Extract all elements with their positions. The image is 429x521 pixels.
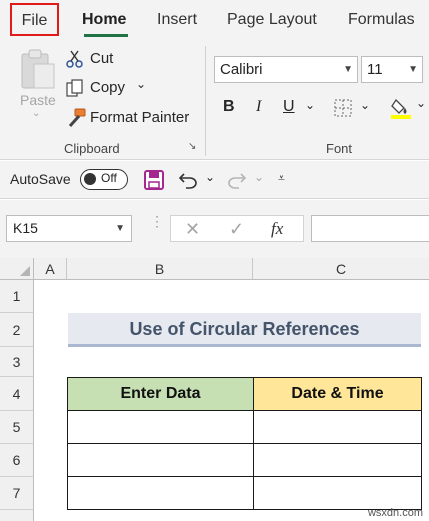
column-header-c[interactable]: C bbox=[253, 258, 429, 280]
font-family-value: Calibri bbox=[220, 61, 263, 78]
copy-icon bbox=[66, 79, 83, 97]
font-group-label: Font bbox=[326, 141, 353, 156]
copy-dropdown-icon[interactable]: ⌄ bbox=[136, 77, 146, 91]
table-cell[interactable] bbox=[67, 443, 254, 477]
row-header-3[interactable]: 3 bbox=[0, 347, 34, 377]
header-enter-data[interactable]: Enter Data bbox=[67, 377, 254, 411]
data-table: Enter Data Date & Time bbox=[67, 377, 422, 510]
table-cell[interactable] bbox=[253, 443, 422, 477]
copy-button[interactable]: Copy ⌄ bbox=[66, 77, 186, 99]
group-divider bbox=[205, 46, 206, 156]
table-cell[interactable] bbox=[253, 410, 422, 444]
clipboard-group-label: Clipboard bbox=[64, 141, 120, 156]
name-box[interactable]: K15 ▼ bbox=[6, 215, 132, 242]
title-underline bbox=[68, 344, 421, 347]
fill-color-button[interactable]: ⌄ bbox=[390, 96, 429, 122]
row-header-1[interactable]: 1 bbox=[0, 280, 34, 313]
customize-toolbar-icon[interactable]: ⩡ bbox=[278, 171, 285, 186]
table-cell[interactable] bbox=[253, 476, 422, 510]
autosave-toggle[interactable]: Off bbox=[80, 169, 128, 190]
redo-icon[interactable] bbox=[227, 171, 247, 189]
chevron-down-icon: ⌄ bbox=[360, 98, 371, 112]
format-painter-label: Format Painter bbox=[90, 109, 190, 126]
paste-button[interactable]: Paste ⌄ bbox=[12, 46, 62, 126]
select-all-icon bbox=[20, 266, 30, 276]
undo-icon[interactable] bbox=[178, 171, 198, 189]
chevron-down-icon: ▼ bbox=[408, 64, 418, 75]
ribbon: Paste ⌄ Cut Copy ⌄ Format Painter Clipbo… bbox=[0, 40, 429, 160]
paintbrush-icon bbox=[68, 108, 86, 128]
formula-bar-grip-icon[interactable]: ⋮ bbox=[150, 214, 164, 228]
autosave-label: AutoSave bbox=[10, 171, 71, 187]
cut-button[interactable]: Cut bbox=[66, 48, 186, 70]
row-header-7[interactable]: 7 bbox=[0, 477, 34, 510]
font-family-select[interactable]: Calibri ▼ bbox=[214, 56, 358, 83]
sheet-title[interactable]: Use of Circular References bbox=[68, 313, 421, 346]
autosave-state: Off bbox=[101, 171, 117, 185]
column-header-a[interactable]: A bbox=[34, 258, 67, 280]
table-row bbox=[67, 476, 422, 510]
tab-insert[interactable]: Insert bbox=[157, 0, 197, 40]
underline-dropdown-icon[interactable]: ⌄ bbox=[305, 98, 315, 112]
copy-label: Copy bbox=[90, 79, 126, 96]
row-header-6[interactable]: 6 bbox=[0, 444, 34, 477]
ribbon-tabs: File Home Insert Page Layout Formulas bbox=[0, 0, 429, 40]
table-cell[interactable] bbox=[67, 476, 254, 510]
watermark: wsxdn.com bbox=[367, 507, 423, 519]
redo-dropdown-icon[interactable]: ⌄ bbox=[254, 170, 264, 184]
scissors-icon bbox=[66, 50, 83, 68]
tab-page-layout[interactable]: Page Layout bbox=[227, 0, 317, 40]
bold-button[interactable]: B bbox=[223, 98, 235, 116]
name-box-value: K15 bbox=[13, 220, 38, 236]
borders-button[interactable]: ⌄ bbox=[334, 98, 374, 120]
borders-icon bbox=[334, 99, 352, 117]
paint-bucket-icon bbox=[391, 98, 411, 119]
insert-function-button[interactable]: fx bbox=[271, 219, 283, 239]
row-header-5[interactable]: 5 bbox=[0, 411, 34, 444]
font-size-select[interactable]: 11 ▼ bbox=[361, 56, 423, 83]
italic-button[interactable]: I bbox=[256, 98, 261, 116]
table-cell[interactable] bbox=[67, 410, 254, 444]
paste-icon bbox=[21, 49, 55, 89]
chevron-down-icon: ▼ bbox=[343, 64, 353, 75]
table-row bbox=[67, 410, 422, 444]
quick-access-toolbar: AutoSave Off ⌄ ⌄ ⩡ bbox=[0, 161, 429, 199]
save-icon[interactable] bbox=[144, 170, 164, 190]
column-header-b[interactable]: B bbox=[67, 258, 253, 280]
row-header-8[interactable] bbox=[0, 510, 34, 521]
chevron-down-icon: ▼ bbox=[115, 223, 125, 234]
table-row bbox=[67, 443, 422, 477]
paste-dropdown-icon[interactable]: ⌄ bbox=[32, 108, 40, 119]
chevron-down-icon: ⌄ bbox=[416, 96, 427, 110]
row-header-4[interactable]: 4 bbox=[0, 377, 34, 411]
formula-input[interactable] bbox=[311, 215, 429, 242]
enter-icon[interactable]: ✓ bbox=[229, 219, 244, 240]
table-header-row: Enter Data Date & Time bbox=[67, 377, 422, 411]
worksheet-grid: A B C 1 2 3 4 5 6 7 Use of Circular Refe… bbox=[0, 258, 429, 521]
tab-formulas[interactable]: Formulas bbox=[348, 0, 415, 40]
select-all-button[interactable] bbox=[0, 258, 34, 280]
tab-file[interactable]: File bbox=[10, 3, 59, 36]
formula-controls: ✕ ✓ fx bbox=[170, 215, 304, 242]
font-size-value: 11 bbox=[367, 61, 383, 78]
formula-bar: K15 ▼ ⋮ ✕ ✓ fx bbox=[0, 200, 429, 258]
active-tab-indicator bbox=[84, 34, 128, 37]
clipboard-dialog-launcher-icon[interactable]: ↘ bbox=[188, 141, 196, 152]
header-date-time[interactable]: Date & Time bbox=[253, 377, 422, 411]
toggle-knob bbox=[84, 173, 96, 185]
cut-label: Cut bbox=[90, 50, 114, 67]
cancel-icon[interactable]: ✕ bbox=[185, 219, 200, 240]
underline-button[interactable]: U bbox=[283, 98, 295, 116]
undo-dropdown-icon[interactable]: ⌄ bbox=[205, 170, 215, 184]
row-header-2[interactable]: 2 bbox=[0, 313, 34, 347]
format-painter-button[interactable]: Format Painter bbox=[66, 107, 196, 129]
paste-label: Paste bbox=[20, 92, 56, 108]
